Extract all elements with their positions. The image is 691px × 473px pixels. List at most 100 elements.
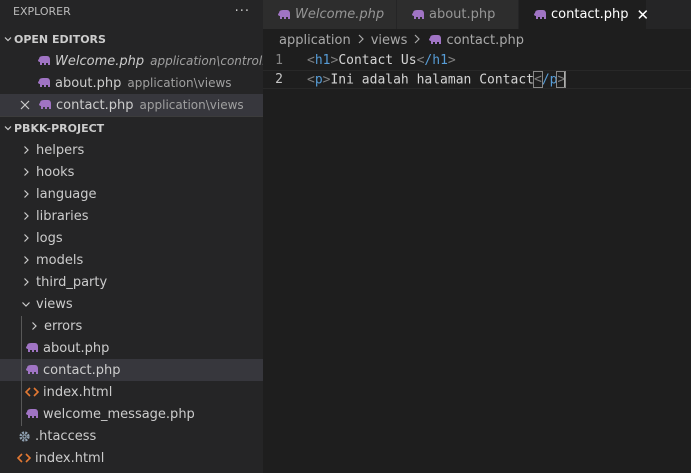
folder-third-party[interactable]: third_party xyxy=(0,271,263,293)
close-tab-icon[interactable]: ✕ xyxy=(637,6,650,24)
code-editor[interactable]: 1 <h1>Contact Us</h1> 2 <p>Ini adalah ha… xyxy=(263,51,691,473)
open-editor-welcome[interactable]: Welcome.php application\controllers xyxy=(0,50,263,72)
open-editor-filename: about.php xyxy=(55,75,122,91)
folder-label: third_party xyxy=(36,274,108,290)
folder-label: models xyxy=(36,252,84,268)
php-elephant-icon xyxy=(24,362,40,378)
tab-label: contact.php xyxy=(551,7,629,22)
chevron-right-icon xyxy=(18,142,34,158)
explorer-title: EXPLORER xyxy=(13,4,71,18)
folder-language[interactable]: language xyxy=(0,183,263,205)
chevron-down-icon xyxy=(2,122,14,134)
php-elephant-icon xyxy=(427,32,443,48)
code-line[interactable]: 1 <h1>Contact Us</h1> xyxy=(263,51,691,70)
project-header[interactable]: PBKK-PROJECT xyxy=(0,116,263,139)
folder-views[interactable]: views xyxy=(0,293,263,315)
file-label: contact.php xyxy=(43,362,121,378)
folder-helpers[interactable]: helpers xyxy=(0,139,263,161)
editor-tabs: Welcome.php about.php contact.php ✕ xyxy=(263,0,691,29)
file-label: welcome_message.php xyxy=(43,406,195,422)
code-content: <p>Ini adalah halaman Contact</p> xyxy=(307,71,567,88)
open-editors-header[interactable]: OPEN EDITORS xyxy=(0,28,263,50)
line-number: 2 xyxy=(275,72,283,87)
open-editors-label: OPEN EDITORS xyxy=(14,32,106,46)
text-cursor xyxy=(564,71,567,88)
file-welcome-message-php[interactable]: welcome_message.php xyxy=(0,403,263,425)
php-elephant-icon xyxy=(37,97,53,113)
file-htaccess[interactable]: .htaccess xyxy=(0,425,263,447)
bracket-match: < xyxy=(533,71,543,88)
php-elephant-icon xyxy=(36,53,52,69)
html-tag: /h1 xyxy=(424,53,448,68)
folder-label: libraries xyxy=(36,208,89,224)
chevron-right-icon xyxy=(18,252,34,268)
html-code-icon xyxy=(16,450,32,466)
chevron-right-icon xyxy=(18,208,34,224)
tab-contact[interactable]: contact.php ✕ xyxy=(519,0,650,29)
chevron-right-icon xyxy=(18,274,34,290)
more-actions-icon[interactable]: ··· xyxy=(235,4,250,19)
code-text: Ini adalah halaman Contact xyxy=(330,72,534,87)
breadcrumb-item[interactable]: application xyxy=(279,33,351,48)
open-editor-path: application\views xyxy=(127,76,232,90)
php-elephant-icon xyxy=(36,75,52,91)
folder-label: logs xyxy=(36,230,63,246)
explorer-sidebar: EXPLORER ··· OPEN EDITORS Welcome.php ap… xyxy=(0,0,263,473)
chevron-right-icon xyxy=(413,33,421,48)
code-text: Contact Us xyxy=(338,53,417,68)
html-tag: /p xyxy=(541,72,558,87)
chevron-right-icon xyxy=(18,186,34,202)
tab-label: about.php xyxy=(429,7,496,22)
open-editor-path: application\controllers xyxy=(150,54,263,68)
chevron-right-icon xyxy=(18,164,34,180)
folder-hooks[interactable]: hooks xyxy=(0,161,263,183)
php-elephant-icon xyxy=(532,7,548,23)
file-label: index.html xyxy=(43,384,113,400)
file-about-php[interactable]: about.php xyxy=(0,337,263,359)
breadcrumb: application views contact.php xyxy=(263,29,524,51)
php-elephant-icon xyxy=(410,7,426,23)
file-contact-php[interactable]: contact.php xyxy=(0,359,263,381)
folder-label: hooks xyxy=(36,164,75,180)
open-editor-filename: contact.php xyxy=(56,97,134,113)
open-editor-path: application\views xyxy=(139,98,244,112)
php-elephant-icon xyxy=(24,406,40,422)
chevron-down-icon xyxy=(18,296,34,312)
file-label: .htaccess xyxy=(35,428,97,444)
close-icon[interactable] xyxy=(18,97,32,113)
open-editor-about[interactable]: about.php application\views xyxy=(0,72,263,94)
line-number: 1 xyxy=(275,53,283,68)
chevron-right-icon xyxy=(18,230,34,246)
html-code-icon xyxy=(24,384,40,400)
folder-label: language xyxy=(36,186,97,202)
explorer-header: EXPLORER ··· xyxy=(0,0,263,22)
chevron-right-icon xyxy=(357,33,365,48)
php-elephant-icon xyxy=(24,340,40,356)
tab-label: Welcome.php xyxy=(295,7,385,22)
chevron-down-icon xyxy=(2,33,14,45)
breadcrumb-item[interactable]: contact.php xyxy=(446,33,524,48)
open-editor-contact[interactable]: contact.php application\views xyxy=(0,94,263,116)
gear-icon xyxy=(16,428,32,444)
html-tag: h1 xyxy=(314,53,331,68)
folder-errors[interactable]: errors xyxy=(0,315,263,337)
vscode-window: EXPLORER ··· OPEN EDITORS Welcome.php ap… xyxy=(0,0,691,473)
tab-about[interactable]: about.php xyxy=(397,0,519,29)
file-label: about.php xyxy=(43,340,110,356)
file-label: index.html xyxy=(35,450,105,466)
folder-logs[interactable]: logs xyxy=(0,227,263,249)
open-editor-filename: Welcome.php xyxy=(55,53,145,69)
folder-label: views xyxy=(36,296,73,312)
html-tag: p xyxy=(314,72,323,87)
folder-label: errors xyxy=(44,318,83,334)
file-index-html[interactable]: index.html xyxy=(0,381,263,403)
file-root-index-html[interactable]: index.html xyxy=(0,447,263,469)
folder-libraries[interactable]: libraries xyxy=(0,205,263,227)
project-label: PBKK-PROJECT xyxy=(14,121,105,135)
chevron-right-icon xyxy=(26,318,42,334)
breadcrumb-item[interactable]: views xyxy=(371,33,408,48)
tab-welcome[interactable]: Welcome.php xyxy=(263,0,397,29)
folder-label: helpers xyxy=(36,142,85,158)
code-line-current[interactable]: 2 <p>Ini adalah halaman Contact</p> xyxy=(263,70,691,89)
folder-models[interactable]: models xyxy=(0,249,263,271)
